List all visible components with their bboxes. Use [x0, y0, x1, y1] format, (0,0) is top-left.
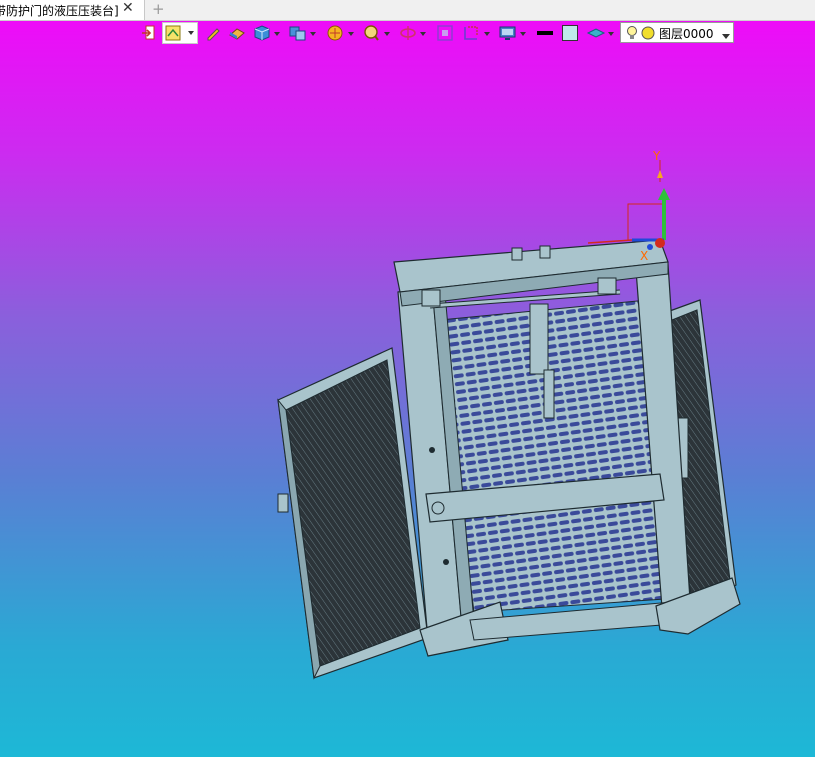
axis-triad	[587, 160, 670, 250]
left-door	[277, 347, 429, 680]
x-axis-label: X	[640, 249, 648, 263]
model-scene: Y X	[277, 149, 741, 680]
y-axis-label: Y	[652, 149, 661, 163]
